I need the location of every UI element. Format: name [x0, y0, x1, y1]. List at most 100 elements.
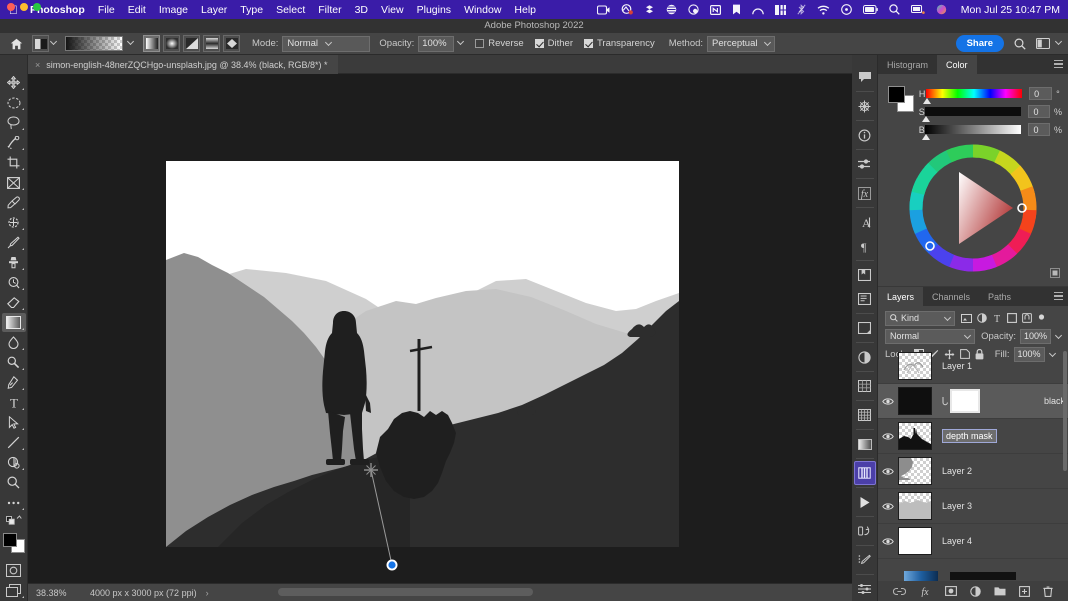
eraser-tool[interactable] [2, 293, 26, 312]
pen-tool[interactable] [2, 373, 26, 392]
dropbox-icon[interactable] [644, 4, 655, 15]
comments-panel-icon[interactable] [854, 65, 876, 89]
layer-thumbnail[interactable] [904, 570, 938, 581]
screen-mode-icon[interactable] [2, 581, 26, 600]
search-icon[interactable] [1014, 37, 1026, 50]
tab-channels[interactable]: Channels [923, 287, 979, 306]
layer-visibility-toggle[interactable] [878, 537, 898, 546]
quick-selection-tool[interactable] [2, 133, 26, 152]
moon-phase-icon[interactable] [688, 4, 699, 15]
table-row[interactable]: Layer 1 [878, 349, 1068, 384]
background-layer-row[interactable] [878, 570, 1068, 581]
reverse-checkbox[interactable]: Reverse [475, 38, 524, 49]
transparency-checkbox[interactable]: Transparency [583, 38, 655, 49]
gradients-panel-icon[interactable] [854, 432, 876, 456]
opacity-field[interactable]: 100% [418, 35, 455, 52]
tool-preset-dropdown[interactable] [49, 37, 58, 49]
hand-tool[interactable] [2, 453, 26, 472]
table-row[interactable]: Layer 4 [878, 524, 1068, 559]
layer-thumbnail[interactable] [898, 422, 932, 450]
screen-record-icon[interactable] [596, 4, 610, 15]
eyedropper-tool[interactable] [2, 193, 26, 212]
layer-name[interactable]: Layer 1 [942, 361, 972, 371]
layer-opacity-dropdown[interactable] [1054, 327, 1063, 345]
new-adjustment-layer-button[interactable] [970, 585, 981, 597]
menu-item-type[interactable]: Type [240, 4, 263, 16]
crop-tool[interactable] [2, 153, 26, 172]
move-tool[interactable] [2, 73, 26, 92]
menu-item-file[interactable]: File [98, 4, 115, 16]
linear-gradient-button[interactable] [143, 35, 160, 52]
tab-histogram[interactable]: Histogram [878, 55, 937, 74]
layer-filter-kind[interactable]: Kind [885, 310, 955, 326]
navigator-panel-icon[interactable] [854, 316, 876, 340]
3d-panel-icon[interactable] [854, 94, 876, 118]
horizontal-scrollbar[interactable] [278, 588, 533, 596]
layer-mask-thumbnail[interactable] [950, 571, 1016, 580]
blend-mode-dropdown[interactable]: Normal [282, 35, 371, 52]
layer-blend-mode-dropdown[interactable]: Normal [885, 328, 976, 344]
timeline-panel-icon[interactable] [854, 490, 876, 514]
new-group-button[interactable] [994, 586, 1006, 596]
add-swatch-icon[interactable] [1050, 268, 1060, 278]
paragraph-panel-icon[interactable]: ¶ [854, 234, 876, 258]
workspace-icon[interactable] [1036, 38, 1050, 49]
filter-smart-object-icon[interactable] [1022, 313, 1032, 323]
zoom-tool[interactable] [2, 473, 26, 492]
brush-settings-panel-icon[interactable] [854, 548, 876, 572]
wifi-icon[interactable] [817, 5, 830, 15]
layer-name[interactable]: black [1044, 396, 1065, 406]
foreground-background-color[interactable] [2, 532, 25, 553]
bookmark-icon[interactable] [732, 4, 741, 15]
radial-gradient-button[interactable] [163, 35, 180, 52]
diamond-gradient-button[interactable] [223, 35, 240, 52]
gradient-preset-dropdown[interactable] [126, 37, 135, 49]
libraries-panel-icon[interactable] [854, 263, 876, 287]
menu-item-3d[interactable]: 3D [355, 4, 368, 16]
hue-value[interactable]: 0 [1029, 87, 1053, 100]
cleanshot-icon[interactable] [621, 4, 633, 15]
tab-paths[interactable]: Paths [979, 287, 1020, 306]
dither-checkbox[interactable]: Dither [534, 38, 573, 49]
add-layer-mask-button[interactable] [945, 586, 957, 596]
layer-thumbnail[interactable] [898, 387, 932, 415]
default-colors-icon[interactable] [2, 513, 26, 527]
document-artboard[interactable] [166, 161, 679, 547]
layer-list[interactable]: Layer 1 black depth mask Layer 2 Layer 3… [878, 349, 1068, 571]
menu-item-filter[interactable]: Filter [318, 4, 341, 16]
saturation-value[interactable]: 0 [1028, 105, 1050, 118]
notes-panel-icon[interactable] [854, 287, 876, 311]
brightness-slider[interactable] [922, 125, 1022, 140]
filter-toggle-icon[interactable] [1037, 313, 1046, 323]
layer-thumbnail[interactable] [898, 492, 932, 520]
line-shape-tool[interactable] [2, 433, 26, 452]
link-layers-button[interactable] [893, 587, 906, 596]
table-row[interactable]: Layer 3 [878, 489, 1068, 524]
actions-panel-icon[interactable] [854, 519, 876, 543]
marquee-tool[interactable] [2, 93, 26, 112]
clone-stamp-tool[interactable] [2, 253, 26, 272]
menu-item-layer[interactable]: Layer [201, 4, 227, 16]
blur-tool[interactable] [2, 333, 26, 352]
menu-item-view[interactable]: View [381, 4, 404, 16]
layer-opacity-value[interactable]: 100% [1019, 328, 1051, 344]
layer-styles-button[interactable]: fx [919, 586, 932, 597]
rectangle-icon[interactable] [666, 4, 677, 15]
close-window-button[interactable] [7, 3, 15, 11]
dodge-tool[interactable] [2, 353, 26, 372]
filter-pixel-icon[interactable] [961, 313, 972, 323]
info-panel-icon[interactable] [854, 123, 876, 147]
tab-layers[interactable]: Layers [878, 287, 924, 306]
edit-toolbar-tool[interactable] [2, 493, 26, 512]
layer-visibility-toggle[interactable] [878, 397, 898, 406]
color-panel-swatches[interactable] [888, 86, 914, 112]
status-expand-icon[interactable]: › [206, 588, 209, 598]
angle-gradient-button[interactable] [183, 35, 200, 52]
opacity-dropdown[interactable] [457, 37, 465, 49]
minimize-window-button[interactable] [20, 3, 28, 11]
gradient-tool[interactable] [1, 313, 26, 333]
menu-item-help[interactable]: Help [514, 4, 536, 16]
table-row[interactable]: Layer 2 [878, 454, 1068, 489]
layer-visibility-toggle[interactable] [878, 502, 898, 511]
frame-tool[interactable] [2, 173, 26, 192]
